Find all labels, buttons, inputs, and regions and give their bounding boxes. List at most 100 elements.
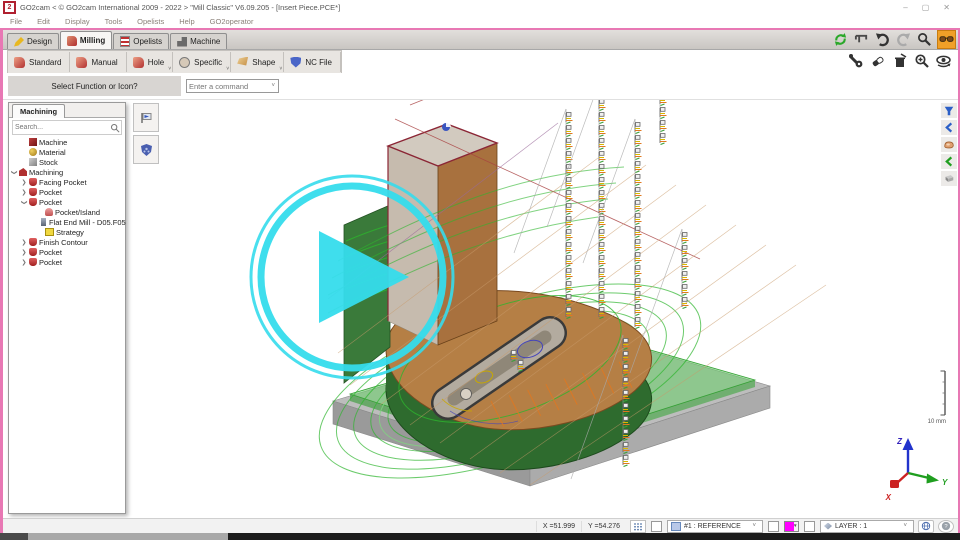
tree-item-pocket[interactable]: ❯Pocket bbox=[9, 197, 125, 207]
part-icon[interactable] bbox=[941, 137, 957, 152]
tab-machining[interactable]: Machining bbox=[12, 104, 65, 118]
tree-item-facing-pocket[interactable]: ❯Facing Pocket bbox=[9, 177, 125, 187]
trash-pencil-icon[interactable] bbox=[891, 52, 908, 69]
tree-item-pocket[interactable]: ❯Pocket bbox=[9, 257, 125, 267]
tree-item-machine[interactable]: Machine bbox=[9, 137, 125, 147]
refresh-icon[interactable] bbox=[832, 31, 849, 48]
undo-icon[interactable] bbox=[874, 31, 891, 48]
redo-icon[interactable] bbox=[895, 31, 912, 48]
reference-checkbox[interactable] bbox=[651, 521, 662, 532]
chevron-down-icon[interactable]: ˅ bbox=[168, 67, 171, 72]
chevron-down-icon: ˅ bbox=[752, 523, 759, 529]
tree-item-pocket-island[interactable]: Pocket/Island bbox=[9, 207, 125, 217]
expander-icon[interactable]: ❯ bbox=[21, 199, 28, 205]
toolpath-point-flag-icon bbox=[566, 139, 573, 150]
tab-machine[interactable]: Machine bbox=[170, 33, 227, 49]
nc-file-button[interactable]: NC File bbox=[284, 52, 341, 72]
menu-help[interactable]: Help bbox=[179, 17, 194, 26]
tab-milling[interactable]: Milling bbox=[60, 31, 112, 49]
command-combobox[interactable]: ˅ bbox=[186, 79, 279, 93]
specific-button[interactable]: Specific˅ bbox=[173, 52, 231, 72]
tree-item-strategy[interactable]: Strategy bbox=[9, 227, 125, 237]
maximize-icon[interactable]: ▢ bbox=[922, 3, 930, 12]
video-timeline[interactable] bbox=[0, 533, 960, 540]
layer-combobox[interactable]: LAYER : 1 ˅ bbox=[820, 520, 914, 533]
tree-item-finish-contour[interactable]: ❯Finish Contour bbox=[9, 237, 125, 247]
standard-button[interactable]: Standard bbox=[8, 52, 70, 72]
menu-opelists[interactable]: Opelists bbox=[137, 17, 164, 26]
color-checkbox[interactable] bbox=[768, 521, 779, 532]
menu-go2operator[interactable]: GO2operator bbox=[210, 17, 254, 26]
minimize-icon[interactable]: – bbox=[903, 3, 907, 12]
globe-icon[interactable] bbox=[918, 520, 934, 533]
toolpath-point-flag-icon bbox=[682, 298, 689, 309]
toolbar-button-label: Manual bbox=[91, 58, 117, 67]
tool-icon bbox=[41, 218, 46, 226]
reference-combobox[interactable]: #1 : REFERENCE ˅ bbox=[667, 520, 763, 533]
tree-item-label: Machine bbox=[39, 138, 67, 147]
grid-icon[interactable] bbox=[630, 520, 646, 533]
expander-icon[interactable]: ❯ bbox=[21, 239, 27, 246]
search-input[interactable] bbox=[13, 124, 110, 131]
glasses-icon[interactable] bbox=[937, 30, 956, 49]
tab-opelists[interactable]: Opelists bbox=[113, 33, 169, 49]
toolpath-point-flag-icon bbox=[566, 282, 573, 293]
tools-icon[interactable] bbox=[847, 52, 864, 69]
eraser-icon[interactable] bbox=[869, 52, 886, 69]
menu-display[interactable]: Display bbox=[65, 17, 90, 26]
chevron-left-blue-icon[interactable] bbox=[941, 120, 957, 135]
stock-icon[interactable] bbox=[941, 171, 957, 186]
expander-icon[interactable]: ❯ bbox=[21, 189, 27, 196]
viewport-3d[interactable]: 10 mm Z Y X bbox=[3, 99, 958, 534]
color-swatch[interactable]: ▾ bbox=[784, 521, 799, 532]
close-icon[interactable]: ✕ bbox=[943, 3, 950, 12]
tree-item-pocket[interactable]: ❯Pocket bbox=[9, 247, 125, 257]
tree-item-material[interactable]: Material bbox=[9, 147, 125, 157]
toolpath-point-flag-icon bbox=[566, 217, 573, 228]
ribbon-tab-row: DesignMillingOpelistsMachine bbox=[3, 30, 958, 50]
menu-file[interactable]: File bbox=[10, 17, 22, 26]
expander-icon[interactable]: ❯ bbox=[11, 169, 18, 175]
flag-window-button[interactable] bbox=[133, 103, 159, 132]
manual-button[interactable]: Manual bbox=[70, 52, 126, 72]
menu-tools[interactable]: Tools bbox=[105, 17, 123, 26]
hole-button[interactable]: Hole ˅ bbox=[127, 52, 173, 72]
toolbar-button-label: Hole bbox=[148, 58, 164, 67]
toolpath-point-flag-icon bbox=[599, 178, 606, 189]
zoom-icon[interactable] bbox=[916, 31, 933, 48]
tree-item-pocket[interactable]: ❯Pocket bbox=[9, 187, 125, 197]
caliper-icon[interactable] bbox=[853, 31, 870, 48]
scale-bar: 10 mm bbox=[928, 371, 946, 425]
help-icon[interactable]: ? bbox=[938, 520, 954, 533]
toolpath-point-flag-icon bbox=[599, 152, 606, 163]
eye-rotate-icon[interactable] bbox=[935, 52, 952, 69]
shape-button[interactable]: Shape˅ bbox=[231, 52, 284, 72]
pocket-icon bbox=[29, 198, 37, 206]
toolpath-point-flag-icon bbox=[635, 149, 642, 160]
toolpath-point-flag-icon bbox=[566, 126, 573, 137]
tree-search[interactable] bbox=[12, 120, 122, 135]
tree-item-flat-end-mill-d05-f05[interactable]: Flat End Mill - D05.F05 bbox=[9, 217, 125, 227]
expander-icon[interactable]: ❯ bbox=[21, 179, 27, 186]
expander-icon[interactable]: ❯ bbox=[21, 249, 27, 256]
command-input[interactable] bbox=[187, 82, 271, 91]
panel-tab-row: Machining bbox=[9, 103, 125, 118]
chevron-down-icon[interactable]: ˅ bbox=[271, 83, 278, 89]
machine-icon bbox=[177, 37, 187, 47]
timeline-progress bbox=[28, 533, 228, 540]
video-play-button[interactable] bbox=[242, 167, 462, 387]
tool-shield-button[interactable] bbox=[133, 135, 159, 164]
layer-checkbox[interactable] bbox=[804, 521, 815, 532]
tree-item-machining[interactable]: ❯Machining bbox=[9, 167, 125, 177]
tree-item-stock[interactable]: Stock bbox=[9, 157, 125, 167]
zoom-plus-icon[interactable] bbox=[913, 52, 930, 69]
chevron-down-icon[interactable]: ˅ bbox=[279, 67, 282, 72]
tab-design[interactable]: Design bbox=[7, 33, 59, 49]
menu-edit[interactable]: Edit bbox=[37, 17, 50, 26]
filter-icon[interactable] bbox=[941, 103, 957, 118]
expander-icon[interactable]: ❯ bbox=[21, 259, 27, 266]
chevron-left-green-icon[interactable] bbox=[941, 154, 957, 169]
toolpath-point-flag-icon bbox=[635, 292, 642, 303]
chevron-down-icon[interactable]: ˅ bbox=[226, 67, 229, 72]
toolpath-point-flag-icon bbox=[599, 269, 606, 280]
